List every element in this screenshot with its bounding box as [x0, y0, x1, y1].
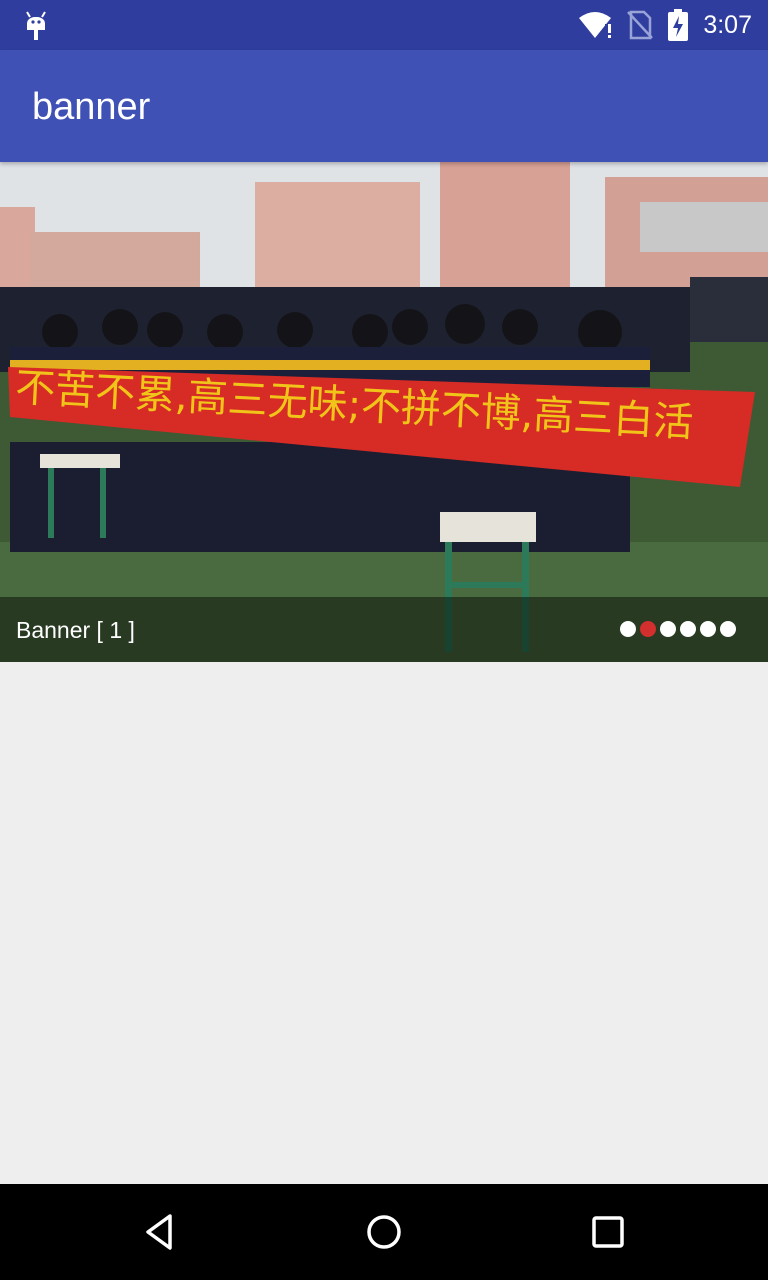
banner-caption: Banner [ 1 ]	[16, 617, 135, 643]
no-sim-icon	[627, 10, 654, 40]
app-title: banner	[32, 86, 151, 128]
status-bar: 3:07	[0, 0, 768, 50]
navigation-bar	[0, 1184, 768, 1280]
status-time: 3:07	[703, 10, 752, 39]
banner-photo: 不苦不累,高三无味;不拼不博,高三白活	[0, 162, 768, 662]
recents-icon[interactable]	[584, 1208, 632, 1256]
indicator-dot[interactable]	[700, 621, 716, 637]
android-debug-icon	[26, 11, 46, 40]
battery-charging-icon	[668, 9, 689, 41]
indicator-dot[interactable]	[680, 621, 696, 637]
app-bar: banner	[0, 50, 768, 162]
indicator-dot-active[interactable]	[640, 621, 656, 637]
indicator-dot[interactable]	[620, 621, 636, 637]
back-icon[interactable]	[136, 1208, 184, 1256]
banner-carousel[interactable]: 不苦不累,高三无味;不拼不博,高三白活 Banner [ 1 ]	[0, 162, 768, 662]
home-icon[interactable]	[360, 1208, 408, 1256]
indicator-dot[interactable]	[720, 621, 736, 637]
wifi-alert-icon	[579, 12, 612, 38]
content-area	[0, 662, 768, 1184]
indicator-dot[interactable]	[660, 621, 676, 637]
banner-indicators	[620, 621, 736, 637]
banner-caption-bar: Banner [ 1 ]	[0, 597, 768, 662]
